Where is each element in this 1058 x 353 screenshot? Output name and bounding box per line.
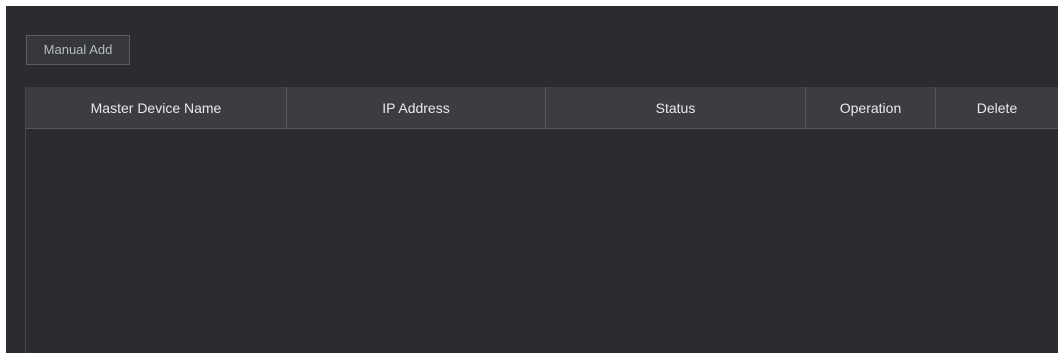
table-body xyxy=(26,129,1058,352)
column-header-status: Status xyxy=(546,87,806,128)
table-header: Master Device Name IP Address Status Ope… xyxy=(26,87,1058,129)
column-header-operation: Operation xyxy=(806,87,936,128)
master-device-table: Master Device Name IP Address Status Ope… xyxy=(25,87,1058,353)
column-header-master-device-name: Master Device Name xyxy=(26,87,287,128)
device-panel: Manual Add Master Device Name IP Address… xyxy=(6,6,1058,353)
manual-add-button[interactable]: Manual Add xyxy=(26,35,130,65)
column-header-delete: Delete xyxy=(976,100,1018,116)
column-header-ip-address: IP Address xyxy=(287,87,546,128)
